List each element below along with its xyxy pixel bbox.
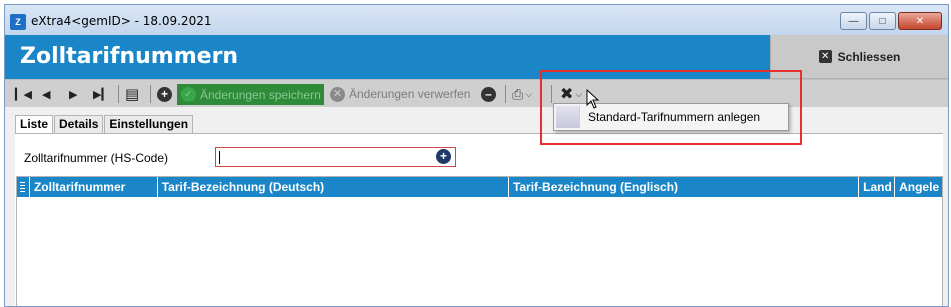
discard-changes-label: Änderungen verwerfen (349, 87, 471, 101)
chevron-down-icon: ⌵ (525, 88, 533, 99)
check-circle-icon: ✓ (181, 87, 196, 102)
column-header-bezeichnung-deutsch[interactable]: Tarif-Bezeichnung (Deutsch) (158, 177, 509, 197)
window-title: eXtra4<gemID> - 18.09.2021 (31, 14, 212, 28)
app-logo-icon: Z (10, 14, 26, 30)
toolbar-separator (505, 85, 506, 103)
text-caret (219, 151, 220, 164)
chevron-down-icon: ⌵ (575, 88, 583, 99)
hs-code-input[interactable] (215, 147, 456, 167)
close-button[interactable]: ✕ Schliessen (770, 35, 948, 79)
maximize-button[interactable]: □ (869, 12, 896, 30)
delete-record-button[interactable]: – (481, 85, 496, 103)
toolbar-separator (150, 85, 151, 103)
menu-item-icon (556, 106, 580, 128)
toolbar: ▎◀ ◀ ▶ ▶▎ ▤ + ✓ Änderungen speichern ✕ Ä… (5, 79, 948, 107)
tab-details[interactable]: Details (54, 115, 104, 133)
add-hs-code-button[interactable]: + (436, 149, 451, 164)
minimize-button[interactable]: — (840, 12, 867, 30)
print-button[interactable]: ⎙ ⌵ (512, 85, 532, 103)
x-circle-icon: ✕ (330, 86, 345, 102)
toolbar-separator (551, 85, 552, 103)
page-title: Zolltarifnummern (20, 44, 239, 69)
close-button-label: Schliessen (837, 49, 901, 64)
column-header-zolltarifnummer[interactable]: Zolltarifnummer (30, 177, 158, 197)
tab-liste[interactable]: Liste (15, 115, 54, 134)
next-record-icon[interactable]: ▶ (69, 85, 77, 103)
hs-code-label: Zolltarifnummer (HS-Code) (24, 151, 169, 165)
window-close-button[interactable]: ✕ (898, 12, 942, 30)
tools-icon: ✖ (560, 86, 574, 103)
row-selector-icon (20, 182, 26, 192)
previous-record-icon[interactable]: ◀ (42, 85, 50, 103)
close-icon: ✕ (818, 50, 832, 63)
printer-icon: ⎙ (512, 85, 524, 102)
mouse-cursor-icon (586, 89, 600, 109)
minus-circle-icon: – (481, 86, 496, 102)
table-header: Zolltarifnummer Tarif-Bezeichnung (Deuts… (17, 177, 942, 197)
row-selector-header[interactable] (17, 177, 30, 197)
column-header-land[interactable]: Land (859, 177, 896, 197)
first-record-icon[interactable]: ▎◀ (15, 85, 32, 103)
list-view-icon[interactable]: ▤ (125, 85, 139, 103)
save-changes-label: Änderungen speichern (200, 87, 321, 102)
tab-bar: Liste Details Einstellungen (15, 115, 194, 134)
add-record-button[interactable]: + (157, 85, 172, 103)
menu-item-standard-tarifnummern[interactable]: Standard-Tarifnummern anlegen (588, 110, 760, 124)
app-window: Z eXtra4<gemID> - 18.09.2021 — □ ✕ Zollt… (4, 4, 949, 307)
column-header-bezeichnung-englisch[interactable]: Tarif-Bezeichnung (Englisch) (509, 177, 860, 197)
plus-circle-icon: + (157, 86, 172, 102)
page-header: Zolltarifnummern (5, 35, 770, 79)
list-panel: Zolltarifnummer (HS-Code) + Zolltarifnum… (15, 134, 943, 306)
column-header-angelegt[interactable]: Angele (895, 177, 942, 197)
toolbar-separator (118, 85, 119, 103)
discard-changes-button[interactable]: ✕ Änderungen verwerfen (330, 85, 470, 103)
last-record-icon[interactable]: ▶▎ (93, 85, 110, 103)
tab-einstellungen[interactable]: Einstellungen (104, 115, 194, 133)
tariff-table: Zolltarifnummer Tarif-Bezeichnung (Deuts… (16, 176, 943, 306)
save-changes-button[interactable]: ✓ Änderungen speichern (177, 84, 324, 105)
tools-button[interactable]: ✖ ⌵ (560, 85, 582, 103)
title-bar[interactable]: Z eXtra4<gemID> - 18.09.2021 — □ ✕ (5, 5, 948, 35)
